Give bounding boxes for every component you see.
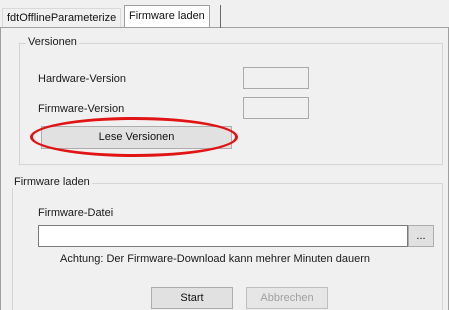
browse-button[interactable]: ...: [408, 225, 434, 247]
firmware-file-input[interactable]: [38, 225, 408, 247]
hardware-version-field: [243, 67, 309, 89]
cancel-button: Abbrechen: [246, 287, 328, 309]
firmware-version-label: Firmware-Version: [38, 103, 125, 115]
firmware-legend: Firmware laden: [12, 176, 92, 188]
download-warning-note: Achtung: Der Firmware-Download kann mehr…: [60, 253, 370, 265]
read-versions-button[interactable]: Lese Versionen: [41, 126, 232, 149]
hardware-version-label: Hardware-Version: [38, 73, 127, 85]
tab-edge: [220, 5, 221, 28]
firmware-file-label: Firmware-Datei: [38, 207, 114, 219]
tab-divider: [0, 27, 449, 28]
firmware-version-field: [243, 97, 309, 119]
start-button[interactable]: Start: [151, 287, 233, 309]
tab-fdt-offline-parameterize[interactable]: fdtOfflineParameterize: [2, 8, 122, 27]
tab-firmware-laden[interactable]: Firmware laden: [124, 5, 210, 28]
versionen-legend: Versionen: [26, 36, 79, 48]
panel-border-left: [0, 28, 1, 310]
